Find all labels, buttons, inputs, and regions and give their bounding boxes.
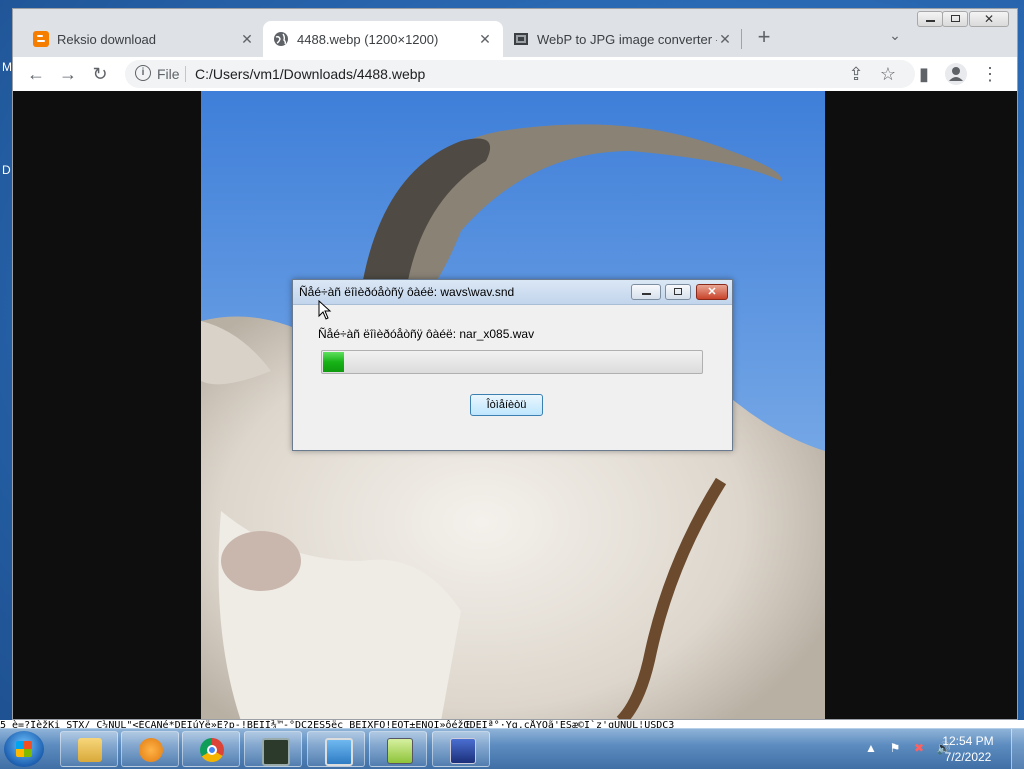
new-tab-button[interactable]: + <box>751 25 777 51</box>
scheme-label: File <box>157 66 180 82</box>
tab-strip: Reksio download ✕ 4488.webp (1200×1200) … <box>13 9 1017 57</box>
menu-kebab-icon[interactable]: ⋮ <box>979 63 1001 85</box>
tab-title: Reksio download <box>57 31 157 47</box>
back-icon[interactable]: ← <box>25 63 47 85</box>
dialog-status-text: Ñåé÷àñ ëîìèðóåòñÿ ôàéë: nar_x085.wav <box>318 327 535 341</box>
cancel-button[interactable]: Îòìåíèòü <box>470 394 543 416</box>
clock-date[interactable]: 7/2/2022 <box>938 750 998 764</box>
minimize-button[interactable] <box>917 11 943 27</box>
taskbar-item-image-viewer[interactable] <box>307 731 365 767</box>
share-icon[interactable]: ⇪ <box>845 63 867 85</box>
browser-toolbar: ← → ↻ i File C:/Users/vm1/Downloads/4488… <box>13 57 1017 92</box>
dialog-close-button[interactable]: ✕ <box>696 284 728 300</box>
taskbar-item-media-player[interactable] <box>121 731 179 767</box>
progress-bar-fill <box>323 352 344 372</box>
taskbar-item-chrome[interactable] <box>182 731 240 767</box>
image-viewer-icon <box>325 738 353 766</box>
taskbar-item-task-manager[interactable] <box>244 731 302 767</box>
reload-icon[interactable]: ↻ <box>89 63 111 85</box>
chevron-down-icon[interactable]: ⌄ <box>885 27 905 47</box>
action-center-icon[interactable]: ⚑ <box>888 741 902 755</box>
maximize-icon <box>951 15 960 22</box>
windows-logo-icon <box>16 741 32 757</box>
dialog-titlebar[interactable]: Ñåé÷àñ ëîìèðóåòñÿ ôàéë: wavs\wav.snd ✕ <box>293 280 732 305</box>
network-error-icon[interactable]: ✖ <box>912 741 926 755</box>
close-icon[interactable]: ✕ <box>717 31 733 48</box>
folder-icon <box>78 738 102 762</box>
dialog-title: Ñåé÷àñ ëîìèðóåòñÿ ôàéë: wavs\wav.snd <box>299 285 515 299</box>
forward-icon[interactable]: → <box>57 63 79 85</box>
file-progress-dialog: Ñåé÷àñ ëîìèðóåòñÿ ôàéë: wavs\wav.snd ✕ Ñ… <box>292 279 733 451</box>
omnibox-divider <box>185 66 186 82</box>
maximize-button[interactable] <box>942 11 968 27</box>
globe-icon <box>274 32 288 46</box>
show-hidden-icons-icon[interactable]: ▲ <box>864 741 878 755</box>
blogger-icon <box>33 31 49 47</box>
close-icon[interactable]: ✕ <box>239 31 255 48</box>
clock-time[interactable]: 12:54 PM <box>938 734 998 748</box>
network-app-icon <box>450 738 476 764</box>
notepad-icon <box>387 738 413 764</box>
address-bar[interactable]: i File C:/Users/vm1/Downloads/4488.webp … <box>125 60 915 88</box>
converter-icon <box>514 33 528 45</box>
minimize-icon <box>642 293 651 295</box>
side-panel-icon[interactable]: ▮ <box>913 63 935 85</box>
dialog-minimize-button[interactable] <box>631 284 661 300</box>
chrome-icon <box>200 738 224 762</box>
url-text[interactable]: C:/Users/vm1/Downloads/4488.webp <box>195 66 425 82</box>
minimize-icon <box>926 20 935 22</box>
dialog-maximize-button[interactable] <box>665 284 691 300</box>
tab-reksio[interactable]: Reksio download ✕ <box>23 21 265 57</box>
close-icon: ✕ <box>983 12 995 26</box>
tab-title: 4488.webp (1200×1200) <box>297 31 439 47</box>
taskbar: ▲ ⚑ ✖ 🔊 12:54 PM 7/2/2022 <box>0 728 1024 769</box>
task-manager-icon <box>262 738 290 766</box>
window-close-button[interactable]: ✕ <box>969 11 1009 27</box>
close-icon: ✕ <box>707 286 717 298</box>
tab-4488-webp[interactable]: 4488.webp (1200×1200) ✕ <box>263 21 503 57</box>
tab-title: WebP to JPG image converter - 4 <box>537 31 717 47</box>
bookmark-star-icon[interactable]: ☆ <box>877 63 899 85</box>
tab-separator <box>741 29 742 49</box>
maximize-icon <box>674 288 682 295</box>
taskbar-item-network-app[interactable] <box>432 731 490 767</box>
profile-avatar-icon[interactable] <box>945 63 967 85</box>
info-icon[interactable]: i <box>135 65 151 81</box>
system-tray: ▲ ⚑ ✖ 🔊 12:54 PM 7/2/2022 <box>824 729 1024 769</box>
show-desktop-button[interactable] <box>1011 729 1024 769</box>
taskbar-item-notepad[interactable] <box>369 731 427 767</box>
mouse-cursor-icon <box>318 300 332 320</box>
desktop-edge-text: D <box>2 163 11 177</box>
tab-webp-converter[interactable]: WebP to JPG image converter - 4 ✕ <box>503 21 743 57</box>
close-icon[interactable]: ✕ <box>477 31 493 48</box>
taskbar-item-explorer[interactable] <box>60 731 118 767</box>
desktop-edge-text: M <box>2 60 12 74</box>
start-button[interactable] <box>4 731 44 767</box>
media-player-icon <box>139 738 163 762</box>
progress-bar <box>321 350 703 374</box>
